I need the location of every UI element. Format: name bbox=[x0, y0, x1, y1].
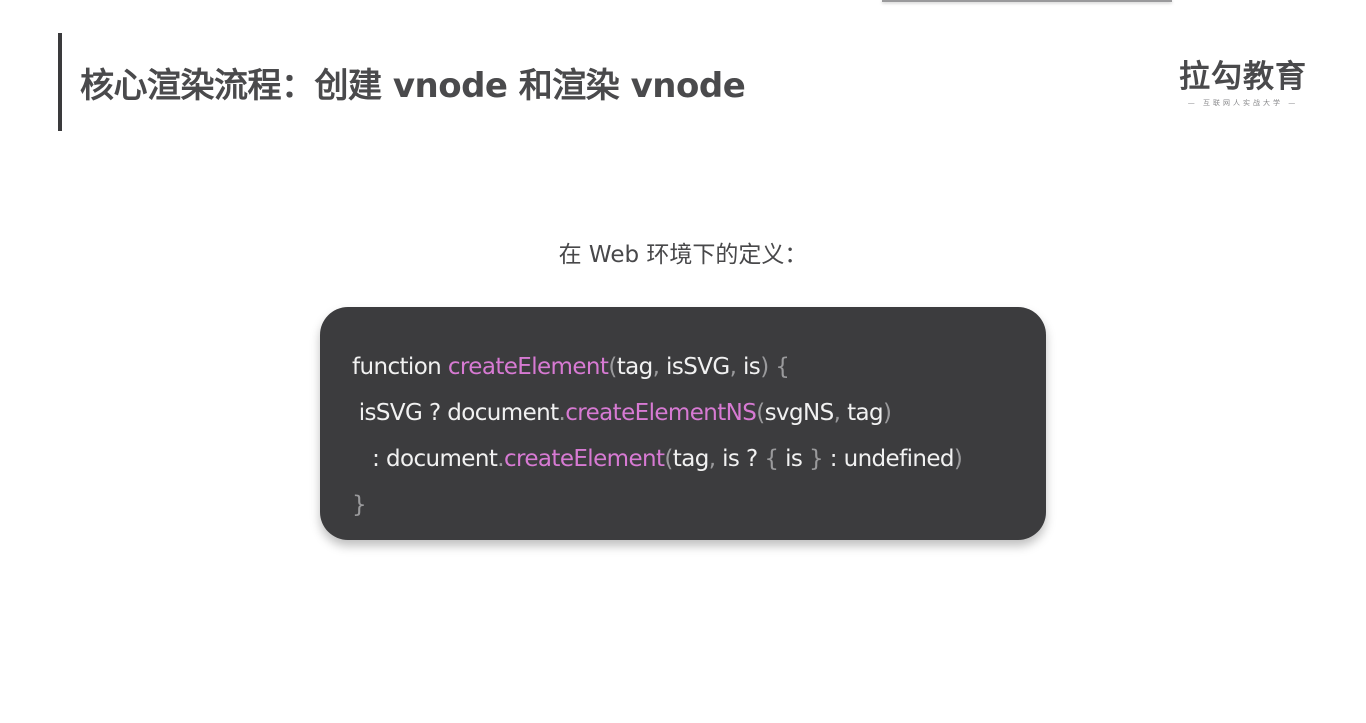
code-function-name: createElementNS bbox=[565, 400, 757, 426]
code-punctuation: . bbox=[497, 446, 504, 472]
code-text: tag bbox=[616, 354, 654, 380]
code-punctuation: } bbox=[352, 492, 367, 518]
bottom-faint-text bbox=[480, 712, 880, 723]
code-text: is bbox=[785, 446, 809, 472]
code-text: : document bbox=[352, 446, 498, 472]
code-punctuation: ) bbox=[883, 400, 892, 426]
code-punctuation: , bbox=[833, 400, 848, 426]
title-accent-bar bbox=[58, 33, 62, 131]
code-line: function createElement(tag, isSVG, is) { bbox=[352, 344, 1046, 390]
code-punctuation: ) { bbox=[760, 354, 790, 380]
code-block: function createElement(tag, isSVG, is) {… bbox=[320, 307, 1046, 540]
code-punctuation: ( bbox=[664, 446, 673, 472]
slide-title: 核心渲染流程：创建 vnode 和渲染 vnode bbox=[80, 66, 746, 106]
brand-logo: 拉勾教育 — 互联网人实战大学 — bbox=[1176, 58, 1310, 108]
code-line: : document.createElement(tag, is ? { is … bbox=[352, 436, 1046, 482]
code-text: tag bbox=[847, 400, 884, 426]
top-tab-strip bbox=[882, 0, 1172, 2]
code-punctuation: , bbox=[708, 446, 723, 472]
logo-tagline: — 互联网人实战大学 — bbox=[1187, 99, 1299, 107]
code-function-name: createElement bbox=[503, 446, 665, 472]
code-text: function bbox=[352, 354, 448, 380]
code-punctuation: ) bbox=[953, 446, 963, 472]
slide-subtitle: 在 Web 环境下的定义： bbox=[558, 242, 808, 268]
code-punctuation: } bbox=[808, 446, 824, 472]
code-line: isSVG ? document.createElementNS(svgNS, … bbox=[352, 390, 1046, 436]
code-text: tag bbox=[672, 446, 710, 472]
code-line: } bbox=[352, 482, 1046, 528]
code-text: is ? bbox=[722, 446, 765, 472]
code-punctuation: , bbox=[652, 354, 667, 380]
code-punctuation: ( bbox=[756, 400, 765, 426]
logo-wordmark: 拉勾教育 bbox=[1179, 59, 1307, 95]
code-text: is bbox=[743, 354, 761, 380]
code-function-name: createElement bbox=[447, 354, 609, 380]
code-punctuation: ( bbox=[608, 354, 617, 380]
code-text: isSVG bbox=[666, 354, 730, 380]
code-text: isSVG ? document bbox=[352, 400, 559, 426]
code-punctuation: { bbox=[764, 446, 786, 472]
code-text: svgNS bbox=[764, 400, 835, 426]
code-text: : undefined bbox=[823, 446, 955, 472]
code-punctuation: , bbox=[729, 354, 744, 380]
